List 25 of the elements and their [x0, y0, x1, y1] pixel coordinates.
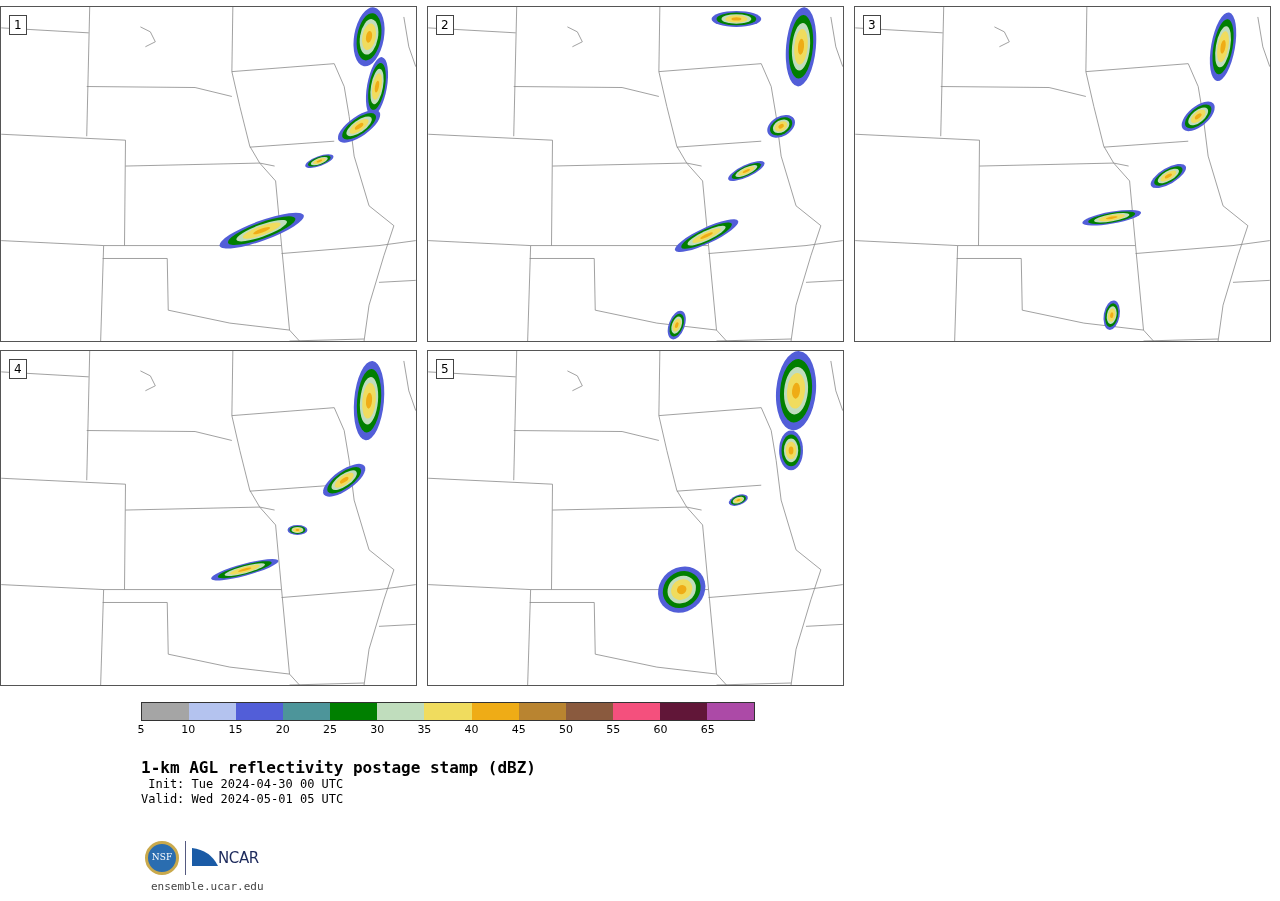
tick-label: 60 [653, 724, 668, 735]
tick-label: 15 [228, 724, 243, 735]
panel-number: 1 [9, 15, 27, 35]
footer-link[interactable]: ensemble.ucar.edu [151, 879, 1280, 896]
tick-label: 45 [511, 724, 526, 735]
panel-number: 5 [436, 359, 454, 379]
panel-number: 2 [436, 15, 454, 35]
tick-label: 55 [606, 724, 621, 735]
panel-number: 4 [9, 359, 27, 379]
chart-title: 1-km AGL reflectivity postage stamp (dBZ) [141, 759, 537, 777]
tick-label: 30 [370, 724, 385, 735]
tick-label: 50 [559, 724, 574, 735]
tick-label: 35 [417, 724, 432, 735]
tick-label: 65 [700, 724, 715, 735]
tick-label: 25 [322, 724, 337, 735]
init-time: Init: Tue 2024-04-30 00 UTC [147, 777, 345, 792]
tick-label: 10 [181, 724, 196, 735]
panel-number: 3 [863, 15, 881, 35]
tick-label: 5 [137, 724, 145, 735]
nsf-logo: NSF [145, 841, 179, 875]
tick-label: 20 [275, 724, 290, 735]
ncar-logo: NCAR [218, 847, 259, 869]
swoosh-icon [192, 848, 218, 868]
valid-time: Valid: Wed 2024-05-01 05 UTC [141, 792, 345, 807]
tick-label: 40 [464, 724, 479, 735]
